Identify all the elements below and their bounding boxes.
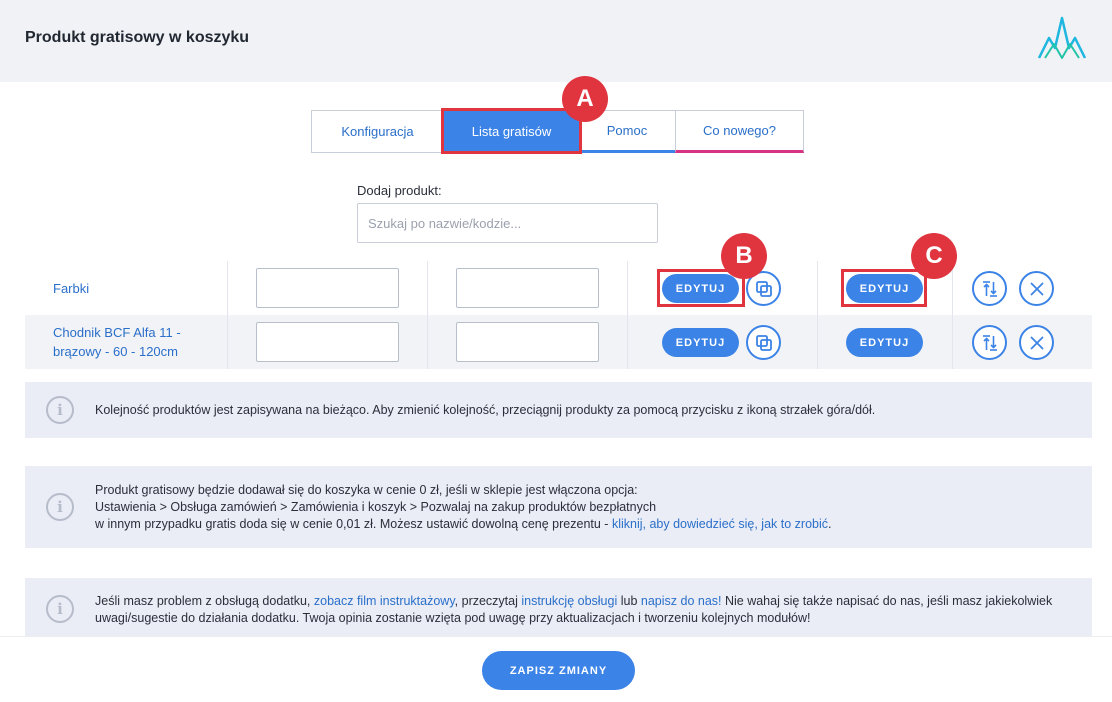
highlight-box-a [441,108,582,154]
info-box-price: i Produkt gratisowy będzie dodawał się d… [25,466,1092,548]
column-divider [427,261,428,315]
marker-c: C [911,233,957,279]
manual-link[interactable]: instrukcję obsługi [521,594,617,608]
info-line-text: w innym przypadku gratis doda się w ceni… [95,517,612,531]
info-box-help: i Jeśli masz problem z obsługą dodatku, … [25,578,1092,640]
quantity-input[interactable] [456,322,599,362]
column-divider [817,315,818,369]
info-text-part: lub [617,594,641,608]
marker-b: B [721,233,767,279]
page-header: Produkt gratisowy w koszyku [0,0,1112,82]
info-box-ordering: i Kolejność produktów jest zapisywana na… [25,382,1092,438]
info-icon: i [46,396,74,424]
column-divider [627,315,628,369]
info-line: w innym przypadku gratis doda się w ceni… [95,516,1072,533]
column-divider [817,261,818,315]
info-text: Jeśli masz problem z obsługą dodatku, zo… [95,593,1072,627]
app-logo-icon [1037,16,1087,59]
info-text-part: Jeśli masz problem z obsługą dodatku, [95,594,314,608]
duplicate-icon [755,334,772,351]
save-changes-button[interactable]: ZAPISZ ZMIANY [482,651,635,690]
column-divider [627,261,628,315]
edit-button-1[interactable]: EDYTUJ [662,328,739,357]
info-text: Kolejność produktów jest zapisywana na b… [95,403,876,417]
column-divider [952,315,953,369]
sort-arrows-icon [982,334,997,351]
column-divider [227,261,228,315]
info-icon: i [46,493,74,521]
how-to-link[interactable]: kliknij, aby dowiedzieć się, jak to zrob… [612,517,828,531]
search-input[interactable] [357,203,658,243]
tab-konfiguracja[interactable]: Konfiguracja [311,110,444,153]
reorder-handle[interactable] [972,325,1007,360]
column-divider [227,315,228,369]
info-line: Ustawienia > Obsługa zamówień > Zamówien… [95,500,657,514]
info-line: Produkt gratisowy będzie dodawał się do … [95,483,638,497]
contact-link[interactable]: napisz do nas! [641,594,722,608]
reorder-handle[interactable] [972,271,1007,306]
product-name-link[interactable]: Farbki [53,279,223,298]
duplicate-icon [755,280,772,297]
info-line-end: . [828,517,832,531]
price-input[interactable] [256,322,399,362]
video-tutorial-link[interactable]: zobacz film instruktażowy [314,594,455,608]
info-text: Produkt gratisowy będzie dodawał się do … [95,482,1072,533]
info-icon: i [46,595,74,623]
tab-co-nowego[interactable]: Co nowego? [675,110,804,153]
page-title: Produkt gratisowy w koszyku [25,29,250,46]
product-name-link[interactable]: Chodnik BCF Alfa 11 - brązowy - 60 - 120… [53,323,203,361]
add-product-label: Dodaj produkt: [357,183,442,198]
remove-button[interactable] [1019,325,1054,360]
column-divider [427,315,428,369]
table-row: Chodnik BCF Alfa 11 - brązowy - 60 - 120… [25,315,1092,369]
quantity-input[interactable] [456,268,599,308]
info-text-part: , przeczytaj [454,594,522,608]
edit-button-2[interactable]: EDYTUJ [846,328,923,357]
marker-a: A [562,76,608,122]
price-input[interactable] [256,268,399,308]
sort-arrows-icon [982,280,997,297]
duplicate-button[interactable] [746,325,781,360]
close-icon [1029,335,1044,350]
remove-button[interactable] [1019,271,1054,306]
highlight-box-c [841,269,927,307]
close-icon [1029,281,1044,296]
